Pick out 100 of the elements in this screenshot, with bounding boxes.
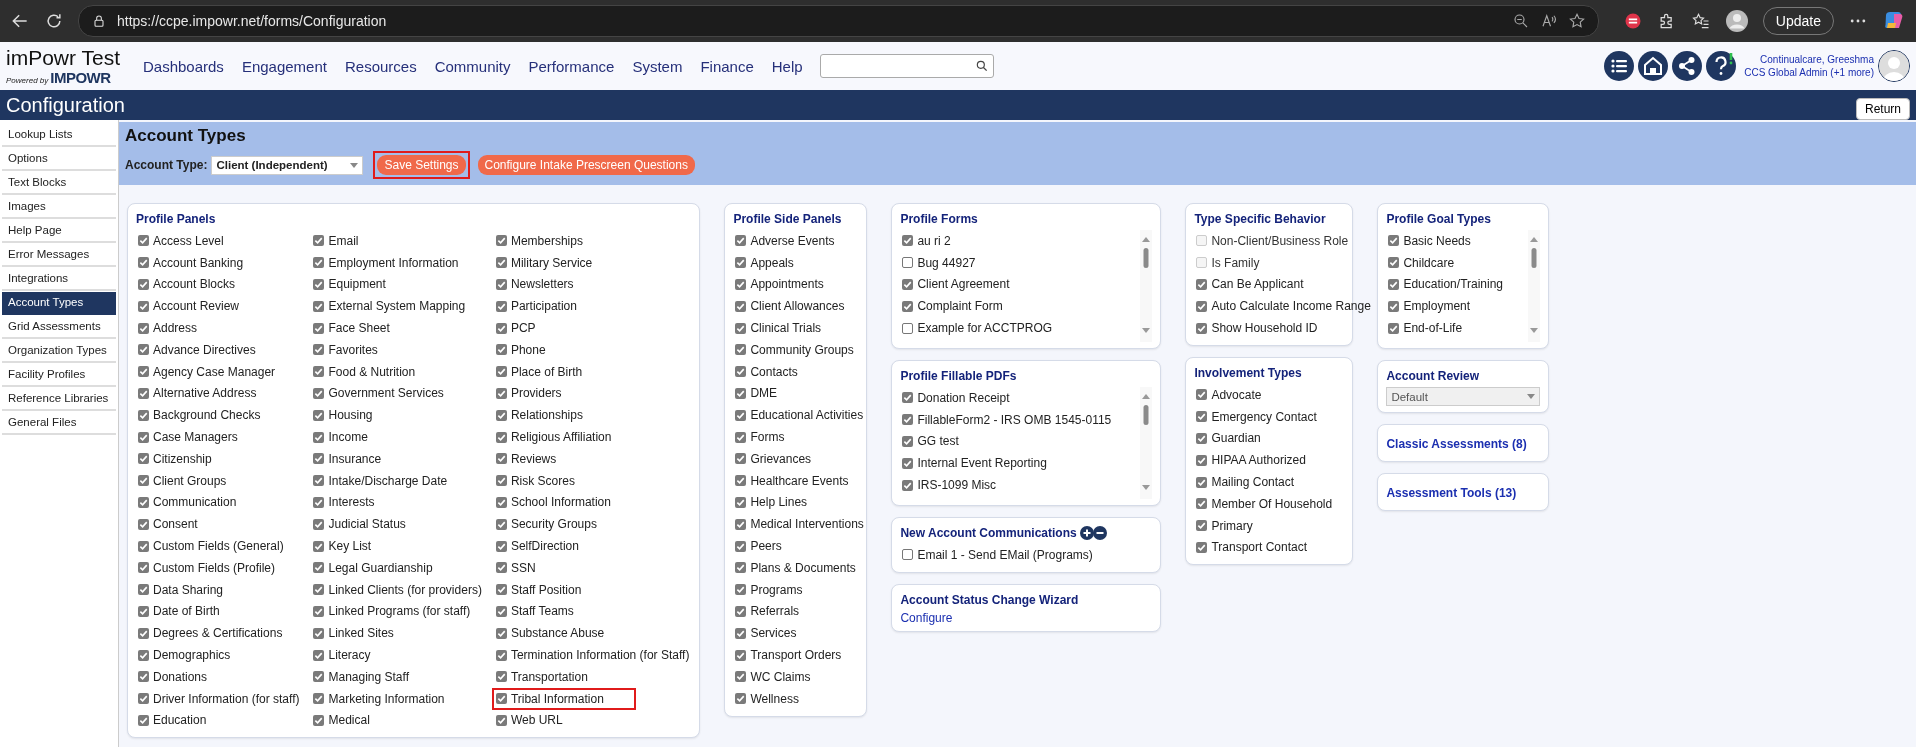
- checkbox[interactable]: [735, 366, 747, 378]
- checkbox[interactable]: [902, 235, 914, 247]
- checkbox[interactable]: [735, 475, 747, 487]
- checkbox[interactable]: [1388, 300, 1400, 312]
- sidebar-item[interactable]: Reference Libraries: [2, 388, 116, 411]
- sidebar-item[interactable]: Text Blocks: [2, 172, 116, 195]
- checkbox[interactable]: [313, 409, 325, 421]
- address-bar[interactable]: https://ccpe.impowr.net/forms/Configuration: [78, 5, 1599, 37]
- checkbox[interactable]: [495, 279, 507, 290]
- checkbox[interactable]: [1196, 454, 1208, 466]
- checkbox[interactable]: [138, 344, 149, 356]
- checkbox[interactable]: [1388, 322, 1400, 334]
- checkbox[interactable]: [138, 453, 149, 465]
- zoom-out-icon[interactable]: [1511, 12, 1530, 30]
- checkbox[interactable]: [902, 549, 914, 561]
- nav-menu-item[interactable]: Dashboards: [134, 57, 233, 75]
- checkbox[interactable]: [313, 562, 325, 574]
- checkbox[interactable]: [313, 671, 325, 683]
- checkbox[interactable]: [495, 605, 507, 617]
- add-icon[interactable]: [1079, 526, 1094, 540]
- checkbox[interactable]: [138, 649, 149, 661]
- avatar-icon[interactable]: [1878, 50, 1910, 82]
- checkbox[interactable]: [902, 457, 914, 469]
- sidebar-item[interactable]: Options: [2, 148, 116, 171]
- checkbox[interactable]: [138, 518, 149, 530]
- checkbox[interactable]: [735, 605, 747, 617]
- home-icon[interactable]: [1638, 51, 1669, 81]
- checkbox[interactable]: [735, 431, 747, 443]
- checkbox[interactable]: [495, 453, 507, 465]
- sidebar-item[interactable]: Account Types: [2, 292, 116, 315]
- checkbox[interactable]: [1196, 411, 1208, 423]
- checkbox[interactable]: [313, 649, 325, 661]
- sidebar-item[interactable]: Facility Profiles: [2, 364, 116, 387]
- checkbox[interactable]: [495, 540, 507, 552]
- checkbox[interactable]: [313, 279, 325, 290]
- card-title[interactable]: Assessment Tools (13): [1386, 486, 1541, 500]
- checkbox[interactable]: [902, 279, 914, 290]
- checkbox[interactable]: [735, 562, 747, 574]
- checkbox[interactable]: [313, 496, 325, 508]
- favorites-icon[interactable]: [1690, 11, 1711, 31]
- checkbox[interactable]: [735, 693, 747, 705]
- sidebar-item[interactable]: Images: [2, 196, 116, 219]
- nav-menu-item[interactable]: System: [623, 57, 692, 75]
- checkbox[interactable]: [138, 693, 149, 705]
- checkbox[interactable]: [138, 431, 149, 443]
- checkbox[interactable]: [735, 322, 747, 334]
- checkbox[interactable]: [495, 671, 507, 683]
- return-button[interactable]: Return: [1855, 98, 1910, 120]
- checkbox[interactable]: [138, 322, 149, 334]
- checkbox[interactable]: [902, 322, 914, 334]
- checkbox[interactable]: [495, 693, 507, 705]
- checkbox[interactable]: [313, 540, 325, 552]
- checkbox[interactable]: [313, 714, 325, 726]
- checkbox[interactable]: [735, 453, 747, 465]
- checkbox[interactable]: [495, 584, 507, 596]
- checkbox[interactable]: [313, 584, 325, 596]
- checkbox[interactable]: [735, 496, 747, 508]
- profile-icon[interactable]: [1724, 9, 1749, 33]
- checkbox[interactable]: [902, 414, 914, 426]
- checkbox[interactable]: [495, 322, 507, 334]
- checkbox[interactable]: [1388, 235, 1400, 247]
- nav-menu-item[interactable]: Performance: [519, 57, 624, 75]
- scrollbar[interactable]: [1528, 230, 1541, 342]
- checkbox[interactable]: [313, 627, 325, 639]
- checkbox[interactable]: [138, 562, 149, 574]
- checkbox[interactable]: [495, 714, 507, 726]
- checkbox[interactable]: [735, 235, 747, 247]
- checkbox[interactable]: [138, 540, 149, 552]
- checkbox[interactable]: [1196, 541, 1208, 553]
- checkbox[interactable]: [138, 257, 149, 269]
- star-icon[interactable]: [1567, 12, 1586, 30]
- sidebar-item[interactable]: Help Page: [2, 220, 116, 243]
- checkbox[interactable]: [138, 475, 149, 487]
- search-icon[interactable]: [974, 59, 989, 73]
- nav-menu-item[interactable]: Help: [762, 57, 812, 75]
- checkbox[interactable]: [735, 518, 747, 530]
- configure-link[interactable]: Configure: [900, 610, 953, 625]
- nav-menu-item[interactable]: Community: [425, 57, 520, 75]
- checkbox[interactable]: [138, 366, 149, 378]
- checkbox[interactable]: [1196, 389, 1208, 401]
- checkbox[interactable]: [313, 257, 325, 269]
- checkbox[interactable]: [735, 409, 747, 421]
- checkbox[interactable]: [138, 584, 149, 596]
- reload-icon[interactable]: [44, 11, 64, 31]
- checkbox[interactable]: [313, 605, 325, 617]
- checkbox[interactable]: [902, 257, 914, 269]
- checkbox[interactable]: [1388, 257, 1400, 269]
- checkbox[interactable]: [735, 257, 747, 269]
- checkbox[interactable]: [313, 235, 325, 247]
- checkbox[interactable]: [1196, 476, 1208, 488]
- checkbox[interactable]: [735, 649, 747, 661]
- checkbox[interactable]: [902, 436, 914, 447]
- checkbox[interactable]: [735, 627, 747, 639]
- account-type-dropdown[interactable]: Client (Independent): [211, 155, 364, 175]
- checkbox[interactable]: [138, 714, 149, 726]
- checkbox[interactable]: [138, 496, 149, 508]
- checkbox[interactable]: [735, 540, 747, 552]
- checkbox[interactable]: [495, 257, 507, 269]
- nav-menu-item[interactable]: Engagement: [232, 57, 336, 75]
- checkbox[interactable]: [313, 518, 325, 530]
